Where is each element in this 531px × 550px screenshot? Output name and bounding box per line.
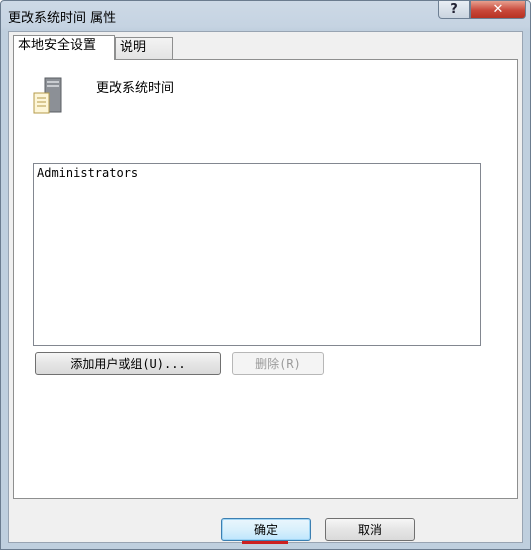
- policy-name: 更改系统时间: [96, 81, 175, 96]
- properties-window: 更改系统时间 属性 ? ✕ 本地安全设置 说明 更改系统时间 Administr…: [0, 0, 531, 550]
- ok-highlight-underline: [242, 541, 288, 544]
- help-button[interactable]: ?: [438, 1, 470, 19]
- add-user-or-group-button[interactable]: 添加用户或组(U)...: [35, 352, 221, 375]
- members-listbox[interactable]: Administrators: [33, 163, 481, 346]
- dialog-client-area: 本地安全设置 说明 更改系统时间 Administrators 添加用户或组(U…: [8, 31, 523, 544]
- tab-local-security-setting[interactable]: 本地安全设置: [13, 35, 115, 60]
- policy-server-icon: [31, 76, 65, 116]
- tab-panel: 更改系统时间 Administrators 添加用户或组(U)... 删除(R): [13, 59, 518, 499]
- title-bar[interactable]: 更改系统时间 属性 ? ✕: [1, 1, 530, 29]
- tab-explain[interactable]: 说明: [115, 37, 173, 59]
- window-title: 更改系统时间 属性: [8, 11, 117, 26]
- list-item[interactable]: Administrators: [37, 166, 138, 180]
- ok-button[interactable]: 确定: [221, 518, 311, 541]
- remove-button[interactable]: 删除(R): [232, 352, 324, 375]
- close-icon: ✕: [492, 2, 504, 17]
- cancel-button[interactable]: 取消: [325, 518, 415, 541]
- help-icon: ?: [450, 2, 458, 17]
- close-button[interactable]: ✕: [470, 1, 526, 19]
